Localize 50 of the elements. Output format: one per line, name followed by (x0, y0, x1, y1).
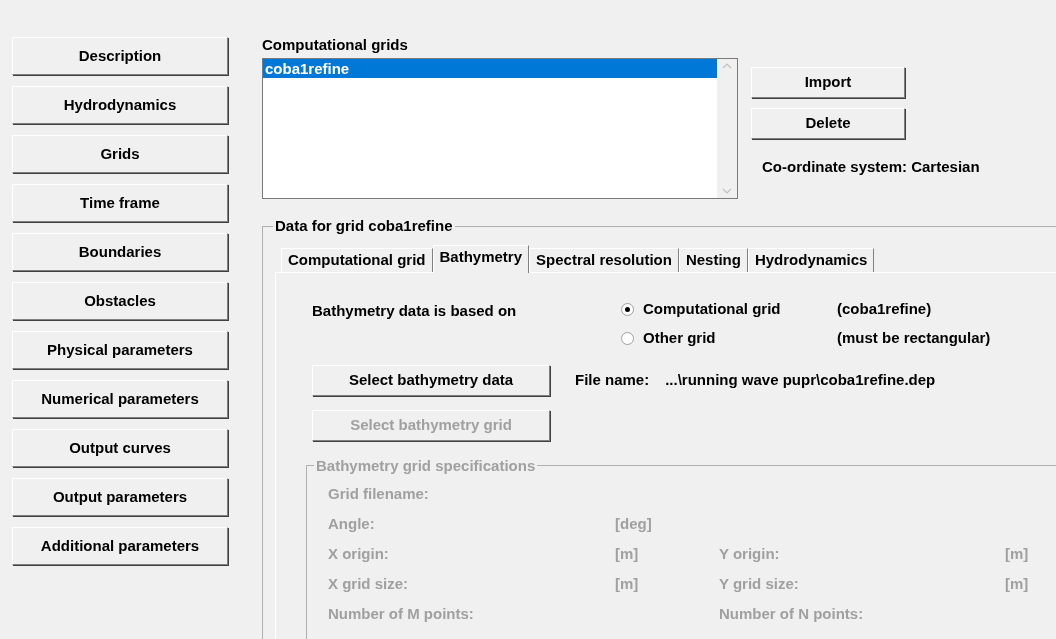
spec-label: Number of N points: (719, 605, 864, 622)
file-name-label: File name: (575, 369, 650, 390)
based-on-label: Bathymetry data is based on (312, 300, 518, 321)
list-title: Computational grids (262, 35, 409, 55)
tab[interactable]: Spectral resolution (529, 247, 679, 272)
tab[interactable]: Nesting (678, 247, 748, 272)
spec-label: Y origin: (719, 545, 780, 562)
grid-action-button[interactable]: Delete (751, 108, 905, 139)
tab[interactable]: Computational grid (281, 247, 433, 272)
nav-button[interactable]: Time frame (12, 184, 228, 222)
coordinate-system: Co-ordinate system: Cartesian (761, 157, 980, 177)
radio-label: Computational grid (643, 298, 782, 319)
nav-button[interactable]: Output parameters (12, 478, 228, 516)
radio-button[interactable] (621, 331, 634, 345)
scroll-up-icon[interactable] (722, 63, 732, 69)
radio-button[interactable] (621, 302, 634, 316)
file-name: ...\running wave pupr\coba1refine.dep (665, 369, 936, 390)
radio-label: Other grid (643, 327, 717, 348)
spec-unit: [m] (1005, 545, 1029, 562)
radio-note: (must be rectangular) (837, 327, 991, 348)
nav-button[interactable]: Output curves (12, 429, 228, 467)
list-item[interactable]: coba1refine (263, 59, 717, 78)
spec-group-title: Bathymetry grid specifications (315, 455, 537, 476)
group-title: Data for grid coba1refine (274, 216, 454, 236)
grid-list[interactable]: coba1refine (262, 58, 738, 199)
spec-label: Grid filename: (328, 484, 430, 504)
spec-label: X grid size: (328, 574, 410, 594)
spec-unit: [m] (615, 545, 639, 562)
nav-button[interactable]: Obstacles (12, 282, 228, 320)
spec-label: Angle: (328, 514, 376, 534)
nav-button[interactable]: Additional parameters (12, 527, 228, 565)
select-data-button[interactable]: Select bathymetry data (312, 364, 550, 396)
nav-button[interactable]: Grids (12, 135, 228, 173)
spec-unit: [m] (1005, 575, 1029, 592)
spec-label: Y grid size: (719, 575, 799, 592)
scroll-down-icon[interactable] (722, 188, 732, 194)
nav-button[interactable]: Physical parameters (12, 331, 228, 369)
spec-label: Number of M points: (328, 604, 475, 624)
nav-button[interactable]: Numerical parameters (12, 380, 228, 418)
spec-unit: [m] (615, 575, 639, 592)
spec-unit: [deg] (615, 515, 652, 532)
tab[interactable]: Hydrodynamics (747, 247, 875, 272)
nav-button[interactable]: Description (12, 37, 228, 75)
scrollbar[interactable] (717, 59, 737, 198)
spec-label: X origin: (328, 544, 390, 564)
nav-button[interactable]: Boundaries (12, 233, 228, 271)
grid-action-button[interactable]: Import (751, 67, 905, 98)
nav-button[interactable]: Hydrodynamics (12, 86, 228, 124)
radio-note: (coba1refine) (837, 298, 932, 319)
tab[interactable]: Bathymetry (432, 244, 530, 273)
